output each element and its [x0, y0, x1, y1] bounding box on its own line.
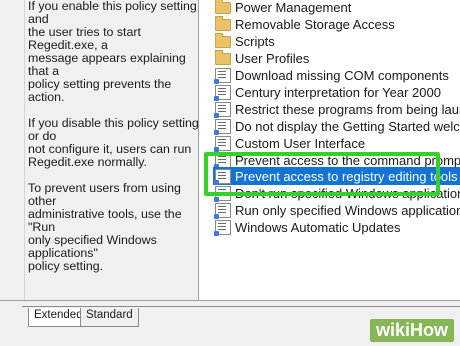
list-item-label: Do not display the Getting Started welco… — [235, 118, 460, 134]
list-item-user-profiles[interactable]: User Profiles — [215, 49, 309, 67]
pane-divider — [24, 0, 25, 300]
list-item-label: Windows Automatic Updates — [235, 219, 401, 235]
list-item-label: Restrict these programs from being launc… — [235, 101, 460, 117]
policy-description: If you enable this policy setting and th… — [28, 0, 200, 286]
list-item-power-management[interactable]: Power Management — [215, 0, 351, 16]
description-paragraph: If you disable this policy setting or do… — [28, 116, 199, 169]
list-item-label: User Profiles — [235, 50, 310, 66]
list-item-label: Scripts — [235, 33, 275, 49]
list-item-download-missing-com[interactable]: Download missing COM components — [214, 66, 449, 84]
highlight-box — [204, 152, 440, 196]
setting-icon — [214, 202, 231, 219]
list-item-getting-started[interactable]: Do not display the Getting Started welco… — [214, 117, 460, 135]
description-paragraph: To prevent users from using other admini… — [28, 181, 182, 273]
list-item-run-only-specified[interactable]: Run only specified Windows applications — [214, 201, 460, 219]
folder-icon — [215, 50, 231, 65]
list-item-restrict-programs[interactable]: Restrict these programs from being launc… — [214, 100, 460, 118]
setting-icon — [214, 84, 231, 101]
list-item-removable-storage-access[interactable]: Removable Storage Access — [215, 15, 395, 33]
folder-icon — [215, 0, 231, 14]
settings-list: Power Management Removable Storage Acces… — [199, 0, 460, 300]
list-item-label: Century interpretation for Year 2000 — [235, 84, 441, 100]
setting-icon — [214, 135, 231, 152]
folder-icon — [215, 33, 231, 48]
setting-icon — [214, 219, 231, 236]
watermark-logo: wikiHow — [369, 319, 454, 342]
description-pane: If you enable this policy setting and th… — [0, 0, 199, 300]
list-item-scripts[interactable]: Scripts — [215, 32, 275, 50]
tab-standard[interactable]: Standard — [80, 308, 139, 327]
setting-icon — [214, 67, 231, 84]
list-item-century-interpretation[interactable]: Century interpretation for Year 2000 — [214, 83, 441, 101]
list-item-windows-automatic-updates[interactable]: Windows Automatic Updates — [214, 218, 401, 236]
list-item-custom-user-interface[interactable]: Custom User Interface — [214, 134, 366, 152]
folder-icon — [215, 16, 231, 31]
description-paragraph: If you enable this policy setting and th… — [28, 0, 197, 104]
list-item-label: Power Management — [235, 0, 352, 15]
list-item-label: Custom User Interface — [235, 135, 366, 151]
setting-icon — [214, 101, 231, 118]
tab-divider — [22, 306, 460, 307]
list-item-label: Run only specified Windows applications — [235, 202, 460, 218]
setting-icon — [214, 118, 231, 135]
list-item-label: Download missing COM components — [235, 67, 449, 83]
list-item-label: Removable Storage Access — [235, 16, 395, 32]
